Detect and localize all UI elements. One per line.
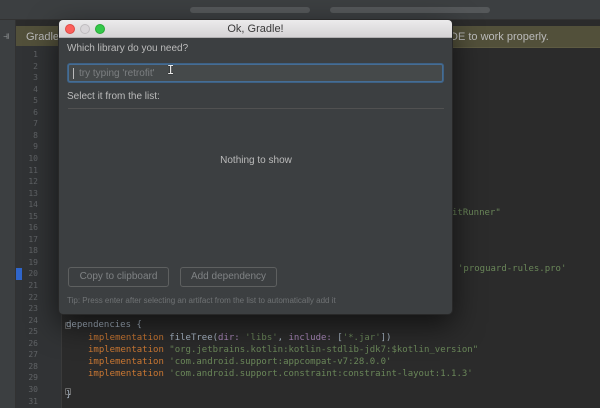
code-line: implementation "org.jetbrains.kotlin:kot… [88, 345, 478, 355]
code-param: dir: [218, 333, 246, 343]
artifact-list[interactable]: Nothing to show [68, 109, 444, 259]
dialog-title: Ok, Gradle! [227, 23, 284, 35]
line-number: 23 [28, 304, 38, 314]
line-number: 10 [28, 153, 38, 163]
code-text: } [66, 390, 72, 400]
dialog-title-bar[interactable]: Ok, Gradle! [59, 20, 452, 38]
code-string: 'proguard-rules.pro' [458, 264, 567, 274]
line-number: 14 [28, 200, 38, 210]
code-string: 'com.android.support.constraint:constrai… [169, 369, 473, 379]
code-text: , [277, 333, 289, 343]
ide-title-blur [190, 7, 310, 13]
library-search-field[interactable] [68, 64, 443, 82]
ide-tool-strip: ⫣ [0, 20, 16, 408]
code-text: dependencies { [66, 320, 142, 330]
code-string: 'libs' [245, 333, 278, 343]
code-keyword: implementation [88, 333, 164, 343]
code-keyword: implementation [88, 369, 164, 379]
structure-icon[interactable]: ⫣ [3, 29, 10, 43]
banner-right-text: DE to work properly. [450, 31, 549, 43]
usage-tip: Tip: Press enter after selecting an arti… [67, 296, 336, 305]
empty-list-message: Nothing to show [220, 155, 292, 166]
copy-to-clipboard-button[interactable]: Copy to clipboard [68, 267, 169, 287]
code-line: dependencies { [66, 320, 142, 330]
library-question-label: Which library do you need? [67, 43, 189, 54]
line-number: 6 [33, 107, 38, 117]
line-number: 13 [28, 188, 38, 198]
line-number: 8 [33, 130, 38, 140]
code-keyword: implementation [88, 357, 164, 367]
line-number: 30 [28, 384, 38, 394]
line-number: 29 [28, 373, 38, 383]
line-number: 4 [33, 84, 38, 94]
code-string: itRunner" [452, 208, 501, 218]
add-dependency-button[interactable]: Add dependency [180, 267, 277, 287]
line-number: 12 [28, 177, 38, 187]
code-line: } [66, 390, 71, 400]
line-number: 21 [28, 281, 38, 290]
text-caret [73, 68, 74, 79]
line-number: 27 [28, 350, 38, 360]
line-number: 26 [28, 338, 38, 348]
line-number: 1 [33, 50, 38, 59]
code-fragment: itRunner" [452, 208, 501, 218]
code-keyword: implementation [88, 345, 164, 355]
line-number: 25 [28, 327, 38, 337]
code-string: "org.jetbrains.kotlin:kotlin-stdlib-jdk7… [169, 345, 479, 355]
line-number: 19 [28, 257, 38, 267]
ok-gradle-dialog: Ok, Gradle! Which library do you need? I… [58, 19, 453, 315]
line-number: 20 [28, 269, 38, 279]
code-text: fileTree( [163, 333, 219, 343]
line-number-gutter: 1 2 3 4 5 6 7 8 9 10 11 12 13 14 15 16 17 18 19 20 21 22 23 24 2… [16, 46, 62, 408]
line-number: 15 [28, 211, 38, 221]
line-number: 11 [28, 165, 38, 175]
code-line: implementation fileTree(dir: 'libs', inc… [88, 333, 391, 343]
line-number: 2 [33, 61, 38, 71]
code-string: '*.jar' [342, 333, 381, 343]
line-number: 5 [33, 96, 38, 106]
select-list-label: Select it from the list: [67, 91, 160, 102]
line-number: 17 [28, 234, 38, 244]
code-line: implementation 'com.android.support.cons… [88, 369, 473, 379]
banner-left-text: Gradle [26, 31, 60, 43]
code-line: implementation 'com.android.support:appc… [88, 357, 391, 367]
line-number: 22 [28, 292, 38, 302]
line-number: 7 [33, 119, 38, 129]
line-number: 9 [33, 142, 38, 152]
line-number: 24 [28, 315, 38, 325]
code-fragment: 'proguard-rules.pro' [458, 264, 566, 274]
code-string: 'com.android.support:appcompat-v7:28.0.0… [169, 357, 392, 367]
text-cursor-icon: I [167, 63, 175, 77]
code-param: include: [288, 333, 338, 343]
line-number: 31 [28, 396, 38, 406]
line-number: 16 [28, 223, 38, 233]
line-number: 28 [28, 361, 38, 371]
library-search-input[interactable] [79, 67, 429, 80]
code-text: ]) [380, 333, 392, 343]
line-number: 18 [28, 246, 38, 256]
line-number: 3 [33, 73, 38, 83]
ide-title-blur [330, 7, 490, 13]
ide-title-bar [0, 0, 600, 20]
